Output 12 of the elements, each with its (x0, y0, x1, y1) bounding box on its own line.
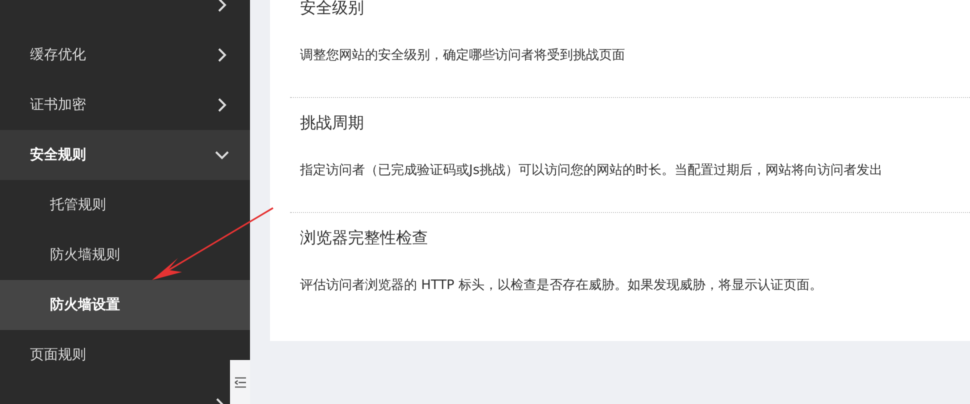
section-description: 调整您网站的安全级别，确定哪些访问者将受到挑战页面 (300, 47, 626, 64)
section-title: 挑战周期 (300, 114, 365, 131)
section-title: 浏览器完整性检查 (300, 229, 429, 246)
sidebar-item[interactable]: 缓存优化 (0, 30, 250, 80)
sidebar-item[interactable]: 托管规则 (0, 180, 250, 230)
sidebar-item[interactable]: 防火墙规则 (0, 230, 250, 280)
sidebar-item[interactable]: 防火墙设置 (0, 280, 250, 330)
section-description: 评估访问者浏览器的 HTTP 标头，以检查是否存在威胁。如果发现威胁，将显示认证页面。 (300, 277, 824, 294)
sidebar-item[interactable]: 证书加密 (0, 80, 250, 130)
sidebar-item[interactable]: 页面规则 (0, 330, 250, 380)
section-description: 指定访问者（已完成验证码或Js挑战）可以访问您的网站的时长。当配置过期后，网站将向访问者发出 (300, 162, 884, 179)
sidebar-item[interactable]: 安全规则 (0, 130, 250, 180)
